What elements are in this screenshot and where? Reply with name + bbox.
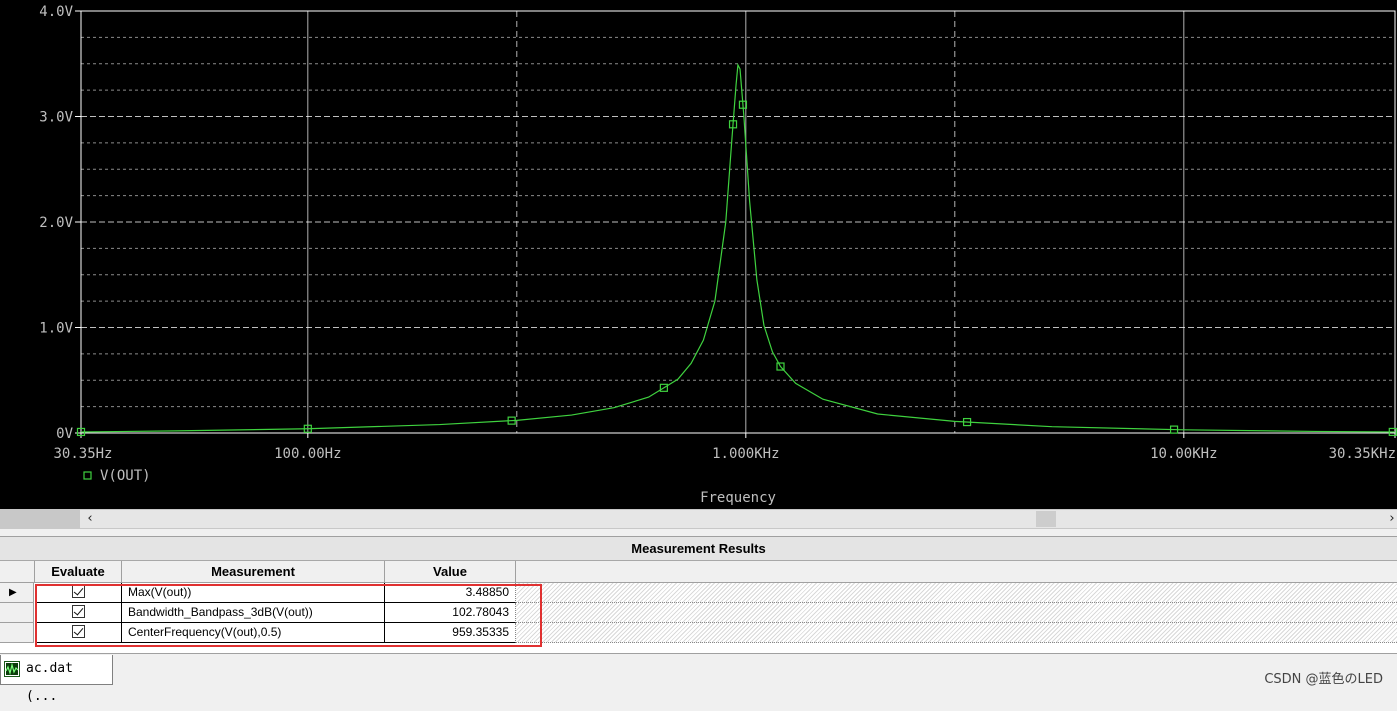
y-tick-label: 2.0V [39, 215, 73, 231]
column-header-measurement[interactable]: Measurement [122, 561, 385, 583]
current-row-marker-icon: ▶ [9, 587, 17, 598]
y-tick-label: 1.0V [39, 321, 73, 337]
column-header-value[interactable]: Value [385, 561, 516, 583]
evaluate-checkbox[interactable] [71, 625, 85, 639]
y-tick-label: 3.0V [39, 110, 73, 126]
column-header-evaluate[interactable]: Evaluate [35, 561, 122, 583]
value-cell: 959.35335 [385, 623, 516, 643]
waveform-plot: 4.0V 3.0V 2.0V 1.0V 0V 30.35Hz 100.00Hz 1.000KH… [39, 4, 1397, 506]
measurement-cell[interactable]: Max(V(out)) [122, 583, 385, 603]
pane-splitter[interactable] [0, 529, 1397, 537]
probe-plot-window[interactable]: 4.0V 3.0V 2.0V 1.0V 0V 30.35Hz 100.00Hz 1.000KH… [0, 0, 1397, 510]
evaluate-checkbox[interactable] [71, 605, 85, 619]
x-tick-label: 10.00KHz [1150, 446, 1217, 462]
row-filler [516, 583, 1397, 603]
document-tab-bar: ac.dat (... CSDN @蓝色のLED [0, 653, 1397, 704]
evaluate-cell[interactable] [35, 583, 122, 603]
evaluate-cell[interactable] [35, 623, 122, 643]
x-tick-label: 100.00Hz [274, 446, 341, 462]
evaluate-checkbox[interactable] [71, 585, 85, 599]
evaluate-cell[interactable] [35, 603, 122, 623]
measurement-cell[interactable]: Bandwidth_Bandpass_3dB(V(out)) [122, 603, 385, 623]
row-header-3[interactable] [0, 623, 34, 643]
scrollbar-thumb[interactable] [1036, 511, 1056, 527]
row-header-corner [0, 561, 35, 583]
tab-ac-dat[interactable]: ac.dat (... [0, 655, 113, 704]
x-axis-label: Frequency [700, 490, 776, 506]
horizontal-scrollbar[interactable]: ‹ › [0, 509, 1397, 529]
scroll-left-arrow-icon[interactable]: ‹ [82, 511, 98, 527]
row-header-1[interactable]: ▶ [0, 583, 34, 603]
scroll-right-arrow-icon[interactable]: › [1384, 511, 1397, 527]
waveform-file-icon [4, 661, 20, 677]
results-title: Measurement Results [0, 537, 1397, 561]
y-tick-label: 0V [56, 426, 73, 442]
column-header-filler [516, 561, 1397, 583]
row-filler [516, 623, 1397, 643]
y-tick-label: 4.0V [39, 4, 73, 20]
scrollbar-left-block [0, 510, 80, 528]
value-cell: 102.78043 [385, 603, 516, 623]
measurement-results-panel: Measurement Results Evaluate Measurement… [0, 537, 1397, 653]
row-header-2[interactable] [0, 603, 34, 623]
watermark-text: CSDN @蓝色のLED [1264, 672, 1383, 687]
tab-label: ac.dat (... [26, 661, 73, 704]
legend-label: V(OUT) [100, 468, 151, 484]
x-tick-label: 30.35Hz [53, 446, 112, 462]
legend-marker-icon [83, 471, 92, 480]
x-tick-label: 1.000KHz [712, 446, 779, 462]
value-cell: 3.48850 [385, 583, 516, 603]
row-filler [516, 603, 1397, 623]
measurement-cell[interactable]: CenterFrequency(V(out),0.5) [122, 623, 385, 643]
x-tick-label: 30.35KHz [1329, 446, 1396, 462]
